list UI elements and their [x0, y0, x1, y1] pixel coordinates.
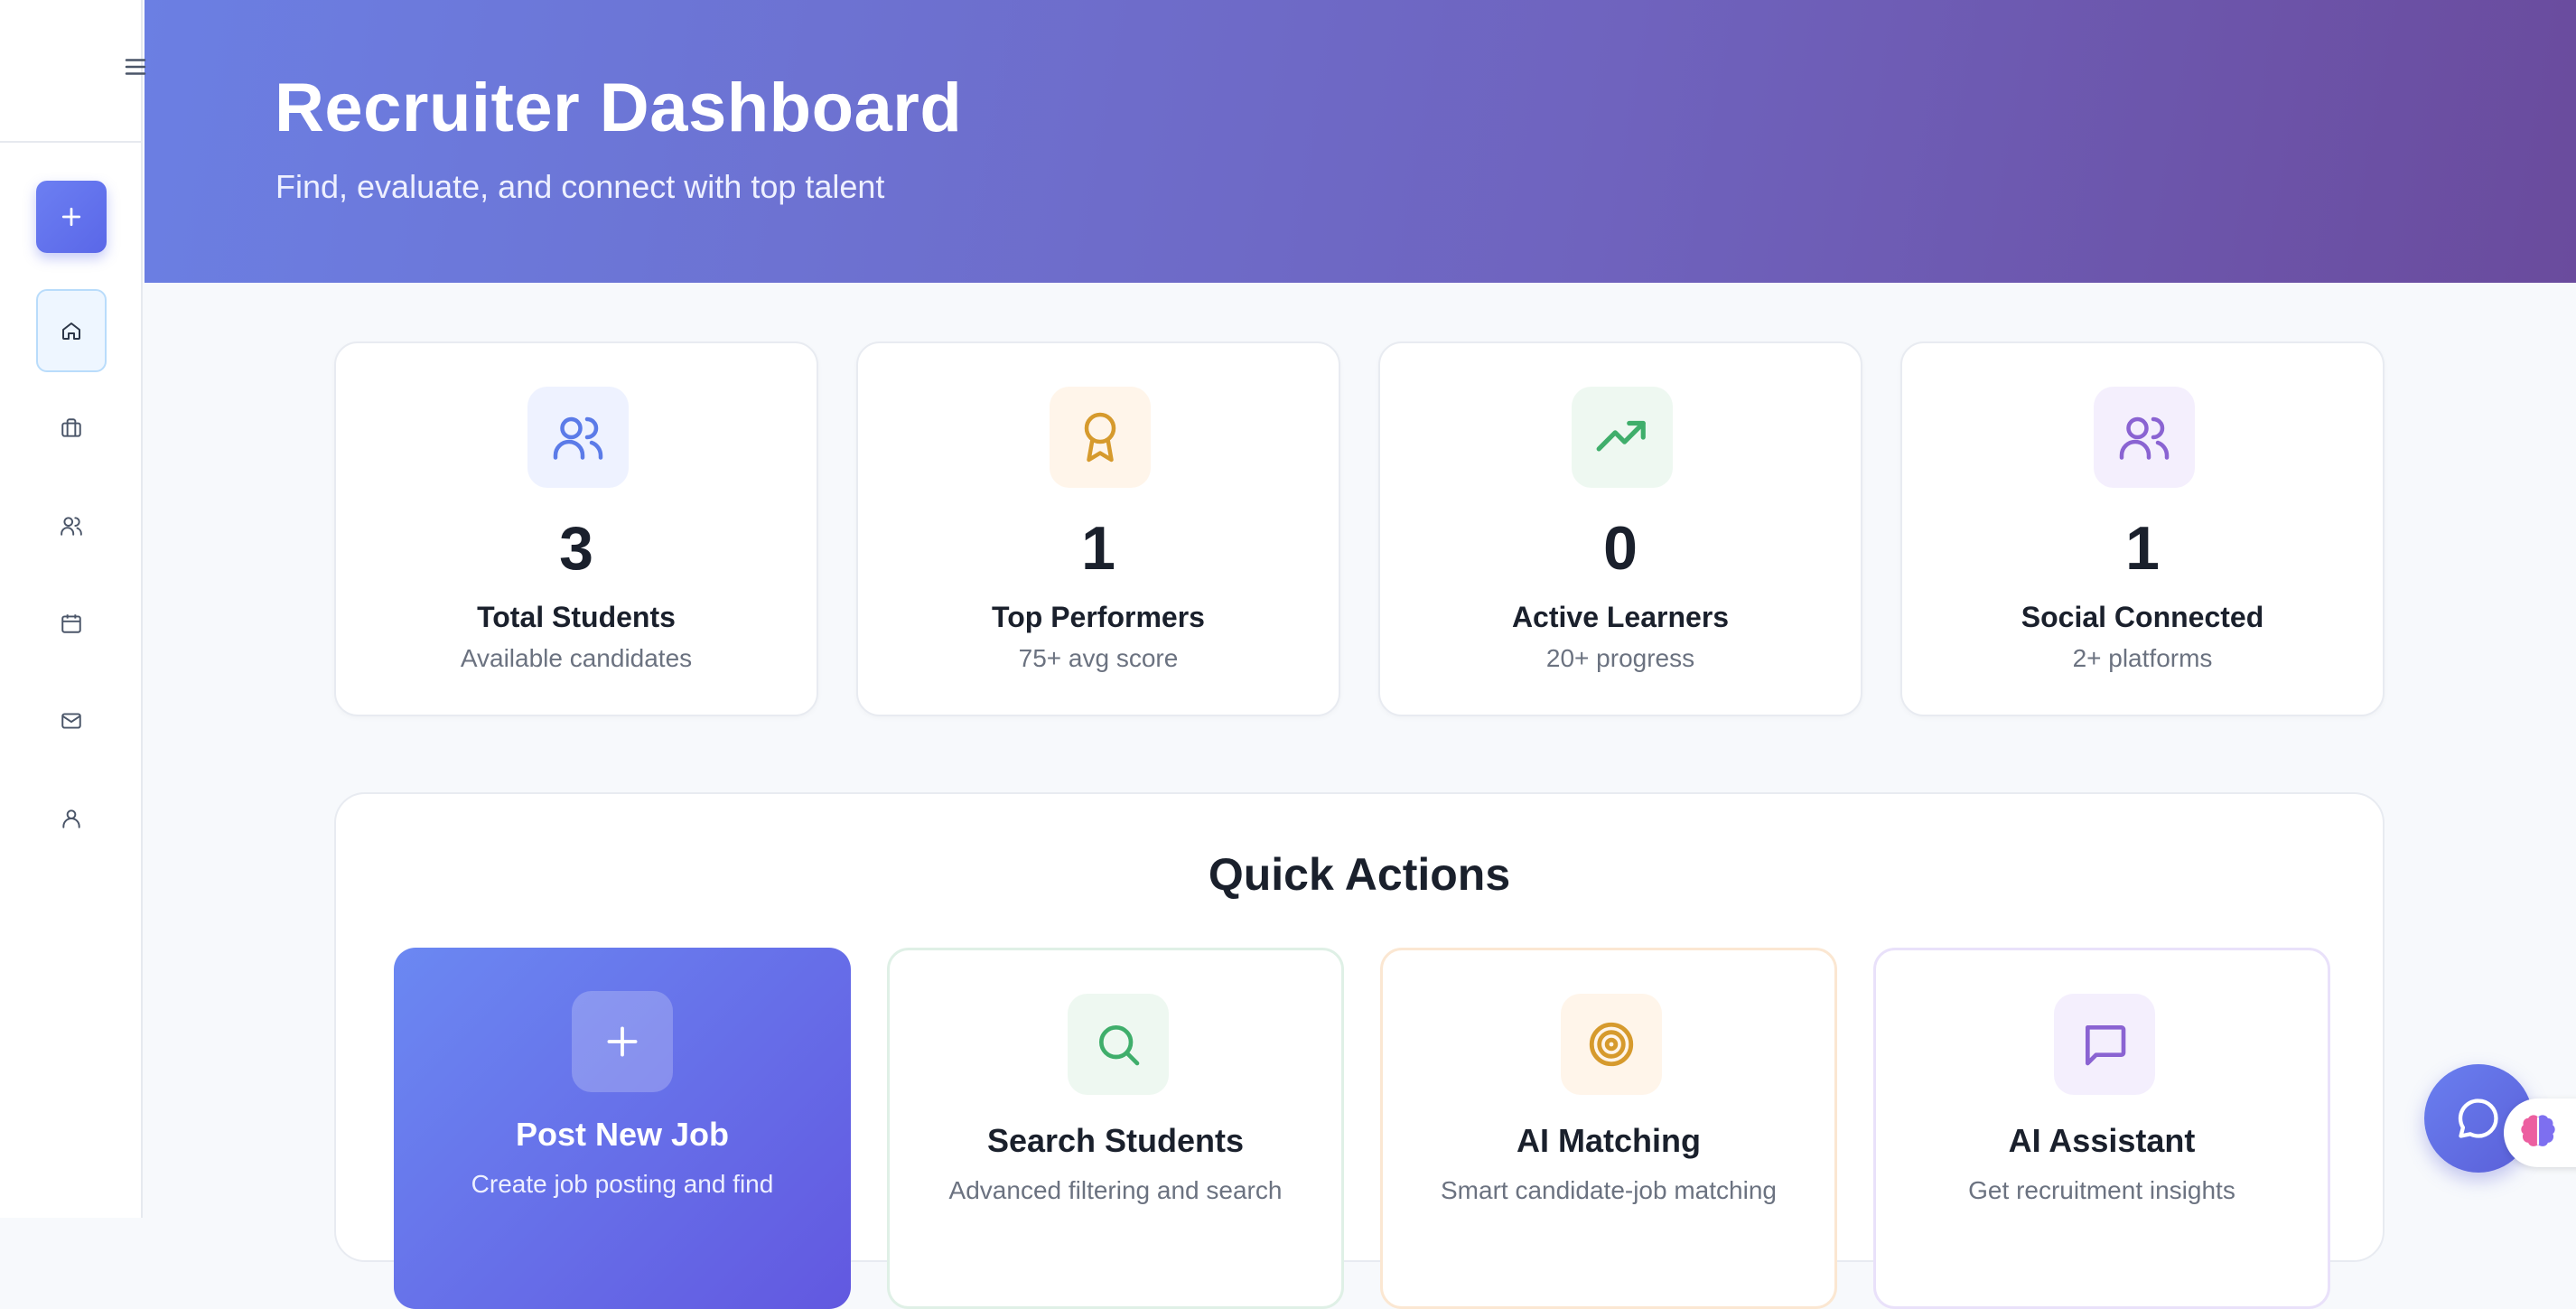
page-subtitle: Find, evaluate, and connect with top tal…: [275, 168, 885, 205]
page-title: Recruiter Dashboard: [275, 70, 963, 146]
stat-icon-bg: [527, 387, 629, 488]
stat-subtitle: 20+ progress: [1545, 644, 1695, 672]
search-students-card[interactable]: Search Students Advanced filtering and s…: [887, 948, 1344, 1309]
stat-title: Top Performers: [992, 601, 1205, 633]
stat-card-active-learners: 0 Active Learners 20+ progress: [1378, 341, 1862, 716]
calendar-icon: [61, 614, 81, 633]
sidebar-item-home[interactable]: [36, 289, 107, 372]
qa-description: Advanced filtering and search: [948, 1176, 1283, 1204]
sidebar-item-messages[interactable]: [36, 679, 107, 762]
users-icon: [2119, 416, 2170, 460]
qa-name: AI Matching: [1517, 1122, 1701, 1159]
stat-card-social-connected: 1 Social Connected 2+ platforms: [1900, 341, 2385, 716]
stat-subtitle: 2+ platforms: [2072, 644, 2213, 672]
menu-toggle[interactable]: [121, 52, 150, 81]
users-icon: [553, 416, 603, 460]
target-icon: [1589, 1022, 1634, 1067]
stat-subtitle: Available candidates: [460, 644, 693, 672]
sidebar-item-calendar[interactable]: [36, 582, 107, 665]
sidebar-item-candidates[interactable]: [36, 484, 107, 567]
plus-icon: [61, 207, 81, 227]
briefcase-icon: [61, 418, 81, 437]
sidebar-item-jobs[interactable]: [36, 387, 107, 470]
qa-icon-bg: [1068, 994, 1169, 1095]
qa-icon-bg: [2054, 994, 2155, 1095]
chat-bubble-icon: [2458, 1099, 2498, 1138]
header-banner: Recruiter Dashboard Find, evaluate, and …: [145, 0, 2576, 283]
stat-value: 1: [1081, 514, 1115, 583]
mail-icon: [61, 713, 81, 729]
sidebar: [0, 0, 143, 1218]
add-button[interactable]: [36, 181, 107, 253]
quick-actions-title: Quick Actions: [1208, 849, 1511, 900]
stat-card-top-performers: 1 Top Performers 75+ avg score: [856, 341, 1340, 716]
qa-description: Get recruitment insights: [1968, 1176, 2235, 1204]
stat-icon-bg: [1050, 387, 1151, 488]
stat-title: Total Students: [477, 601, 676, 633]
search-icon: [1099, 1025, 1140, 1066]
ai-assistant-card[interactable]: AI Assistant Get recruitment insights: [1873, 948, 2330, 1309]
ai-brain-button[interactable]: [2504, 1099, 2576, 1167]
qa-description: Create job posting and find: [471, 1170, 774, 1198]
award-icon: [1084, 412, 1116, 463]
qa-name: Search Students: [986, 1122, 1245, 1159]
menu-icon: [125, 59, 146, 75]
message-square-icon: [2086, 1025, 2126, 1066]
stat-icon-bg: [1572, 387, 1673, 488]
qa-name: AI Assistant: [2008, 1122, 2196, 1159]
users-icon: [61, 517, 82, 536]
qa-icon-bg: [572, 991, 673, 1092]
qa-icon-bg: [1561, 994, 1662, 1095]
user-icon: [62, 809, 80, 828]
ai-matching-card[interactable]: AI Matching Smart candidate-job matching: [1380, 948, 1837, 1309]
plus-icon: [607, 1026, 638, 1057]
stat-subtitle: 75+ avg score: [1018, 644, 1179, 672]
trending-up-icon: [1596, 420, 1646, 452]
qa-description: Smart candidate-job matching: [1441, 1176, 1777, 1204]
stat-value: 0: [1603, 514, 1638, 583]
sidebar-item-profile[interactable]: [36, 777, 107, 860]
brain-icon: [2521, 1115, 2555, 1146]
sidebar-top: [0, 0, 141, 143]
stat-icon-bg: [2094, 387, 2195, 488]
post-new-job-card[interactable]: Post New Job Create job posting and find: [394, 948, 851, 1309]
home-icon: [62, 323, 80, 340]
quick-actions-panel: Quick Actions Post New Job Create job po…: [334, 792, 2385, 1309]
stat-title: Social Connected: [2021, 601, 2264, 633]
stat-card-total-students: 3 Total Students Available candidates: [334, 341, 818, 716]
qa-name: Post New Job: [515, 1116, 730, 1153]
stat-value: 1: [2125, 514, 2160, 583]
stat-title: Active Learners: [1511, 601, 1730, 633]
stat-value: 3: [559, 514, 593, 583]
